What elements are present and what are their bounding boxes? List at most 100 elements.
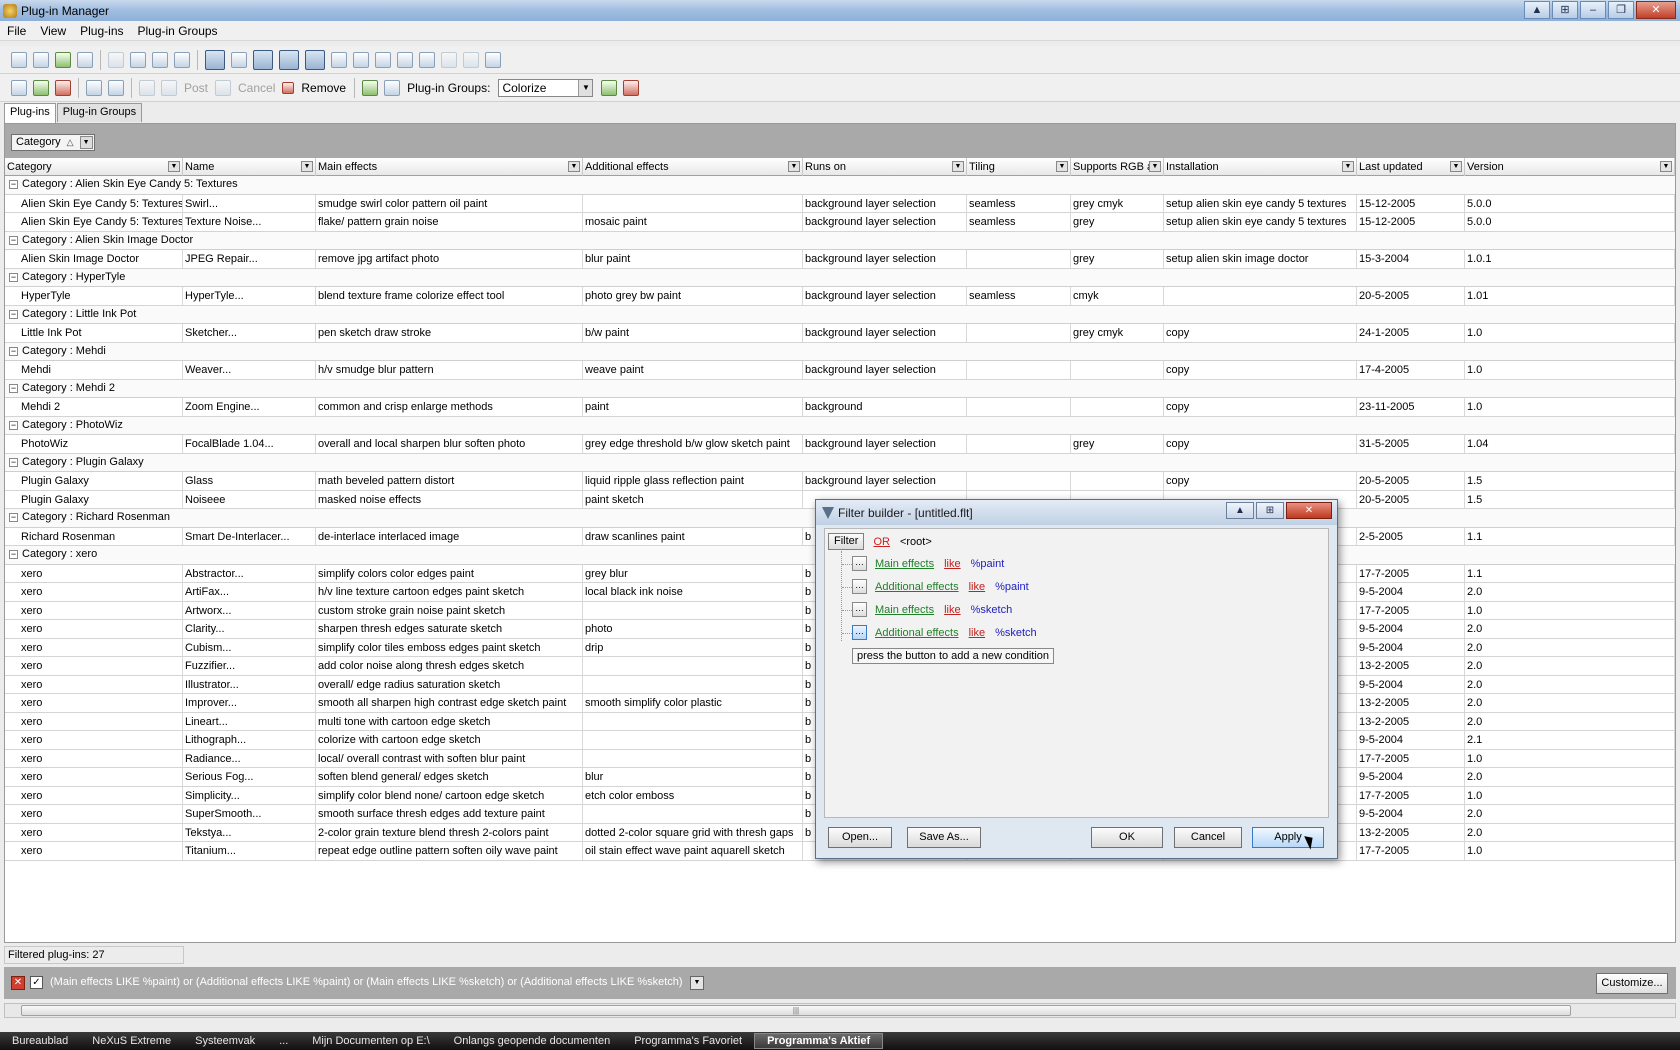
taskbar-item[interactable]: NeXuS Extreme: [80, 1035, 183, 1047]
group-row[interactable]: − Category : Little Ink Pot: [5, 305, 1675, 324]
table-cell[interactable]: 13-2-2005: [1357, 823, 1465, 842]
table-cell[interactable]: Plugin Galaxy: [19, 490, 183, 509]
collapse-icon[interactable]: −: [9, 383, 18, 393]
taskbar-item-active[interactable]: Programma's Aktief: [754, 1033, 884, 1049]
table-row[interactable]: HyperTyle HyperTyle... blend texture frame…: [5, 287, 1675, 306]
table-cell[interactable]: blend texture frame colorize effect tool: [316, 287, 583, 305]
chevron-down-icon[interactable]: ▼: [79, 136, 93, 149]
table-cell[interactable]: smooth all sharpen high contrast edge sk…: [316, 694, 583, 712]
plugin-groups-select[interactable]: Colorize ▼: [498, 78, 594, 97]
table-cell[interactable]: oil stain effect wave paint aquarell ske…: [583, 842, 803, 860]
condition-field[interactable]: Additional effects: [875, 581, 959, 593]
copy-icon[interactable]: [108, 51, 124, 68]
table-cell[interactable]: FocalBlade 1.04...: [183, 435, 316, 453]
table-cell[interactable]: blur paint: [583, 250, 803, 268]
hierarchy-icon[interactable]: [485, 51, 501, 68]
table-cell[interactable]: [1071, 361, 1164, 379]
table-cell[interactable]: 1.5: [1465, 472, 1675, 490]
table-cell[interactable]: [583, 194, 803, 213]
group-row[interactable]: − Category : Alien Skin Image Doctor: [5, 231, 1675, 250]
table-cell[interactable]: Smart De-Interlacer...: [183, 527, 316, 546]
table-cell[interactable]: 2.0: [1465, 768, 1675, 786]
table-cell[interactable]: xero: [19, 675, 183, 694]
table-cell[interactable]: local/ overall contrast with soften blur…: [316, 749, 583, 768]
table-cell[interactable]: Lithograph...: [183, 731, 316, 749]
table-cell[interactable]: 17-7-2005: [1357, 842, 1465, 860]
menu-plugins[interactable]: Plug-ins: [73, 24, 130, 38]
layout-frame-icon[interactable]: [253, 49, 273, 70]
table-row[interactable]: PhotoWiz FocalBlade 1.04... overall and lo…: [5, 435, 1675, 454]
table-cell[interactable]: xero: [19, 601, 183, 620]
table-cell[interactable]: masked noise effects: [316, 490, 583, 509]
column-header[interactable]: Version ▼: [1465, 158, 1675, 176]
table-cell[interactable]: [1071, 472, 1164, 490]
collapse-icon[interactable]: −: [9, 550, 18, 559]
table-cell[interactable]: [967, 324, 1071, 342]
table-cell[interactable]: h/v line texture cartoon edges paint ske…: [316, 583, 583, 601]
taskbar-item[interactable]: Onlangs geopende documenten: [442, 1035, 623, 1047]
table-cell[interactable]: colorize with cartoon edge sketch: [316, 731, 583, 749]
group-row[interactable]: − Category : PhotoWiz: [5, 416, 1675, 435]
table-cell[interactable]: simplify color tiles emboss edges paint …: [316, 638, 583, 657]
condition-operator[interactable]: like: [969, 581, 986, 593]
table-cell[interactable]: 2.0: [1465, 583, 1675, 601]
taskbar-item[interactable]: Systeemvak: [183, 1035, 267, 1047]
table-cell[interactable]: 17-7-2005: [1357, 564, 1465, 583]
table-cell[interactable]: etch color emboss: [583, 786, 803, 805]
tab-plugin-groups[interactable]: Plug-in Groups: [56, 103, 143, 122]
table-cell[interactable]: 1.0: [1465, 749, 1675, 768]
cancel-edit-button[interactable]: Cancel: [238, 81, 275, 95]
table-row[interactable]: Mehdi Weaver... h/v smudge blur pattern wea…: [5, 361, 1675, 380]
chevron-down-icon[interactable]: ▼: [168, 161, 180, 172]
table-cell[interactable]: SuperSmooth...: [183, 805, 316, 823]
save-as-button[interactable]: Save As...: [907, 827, 981, 848]
table-cell[interactable]: custom stroke grain noise paint sketch: [316, 601, 583, 620]
group-icon[interactable]: [375, 51, 391, 68]
window-pin-icon[interactable]: ⊞: [1552, 1, 1578, 19]
table-cell[interactable]: background layer selection: [803, 435, 967, 453]
table-cell[interactable]: xero: [19, 694, 183, 712]
grid-lines-icon[interactable]: [305, 49, 325, 70]
group-row[interactable]: − Category : Mehdi 2: [5, 379, 1675, 398]
table-cell[interactable]: overall/ edge radius saturation sketch: [316, 675, 583, 694]
table-cell[interactable]: paint sketch: [583, 490, 803, 509]
table-cell[interactable]: 13-2-2005: [1357, 694, 1465, 712]
table-cell[interactable]: 9-5-2004: [1357, 583, 1465, 601]
condition-operator[interactable]: like: [944, 558, 961, 570]
table-cell[interactable]: copy: [1164, 435, 1357, 453]
condition-menu-button[interactable]: …: [852, 579, 867, 594]
chevron-down-icon[interactable]: ▼: [568, 161, 580, 172]
table-cell[interactable]: xero: [19, 620, 183, 638]
table-cell[interactable]: remove jpg artifact photo: [316, 250, 583, 268]
table-cell[interactable]: background layer selection: [803, 287, 967, 305]
table-cell[interactable]: seamless: [967, 194, 1071, 213]
table-cell[interactable]: xero: [19, 842, 183, 860]
table-cell[interactable]: [1164, 287, 1357, 305]
tree-icon[interactable]: [397, 51, 413, 68]
column-header[interactable]: Name ▼: [183, 158, 316, 176]
table-cell[interactable]: Fuzzifier...: [183, 657, 316, 675]
group-row[interactable]: − Category : HyperTyle: [5, 268, 1675, 287]
condition-menu-button[interactable]: …: [852, 556, 867, 571]
preview-icon[interactable]: [331, 51, 347, 68]
table-cell[interactable]: [967, 361, 1071, 379]
chevron-down-icon[interactable]: ▼: [1342, 161, 1354, 172]
table-cell[interactable]: xero: [19, 731, 183, 749]
column-header[interactable]: Category ▼: [5, 158, 183, 176]
table-cell[interactable]: 9-5-2004: [1357, 731, 1465, 749]
table-cell[interactable]: xero: [19, 657, 183, 675]
table-cell[interactable]: background layer selection: [803, 324, 967, 342]
table-cell[interactable]: copy: [1164, 398, 1357, 416]
condition-value[interactable]: %paint: [995, 581, 1029, 593]
table-cell[interactable]: grey edge threshold b/w glow sketch pain…: [583, 435, 803, 453]
collapse-icon[interactable]: −: [9, 457, 18, 467]
collapse-icon[interactable]: −: [9, 180, 18, 189]
edit-icon[interactable]: [139, 79, 155, 96]
add-plugin-icon[interactable]: [33, 79, 49, 96]
table-cell[interactable]: Sketcher...: [183, 324, 316, 342]
table-cell[interactable]: Richard Rosenman: [19, 527, 183, 546]
table-row[interactable]: Little Ink Pot Sketcher... pen sketch draw…: [5, 324, 1675, 343]
chevron-down-icon[interactable]: ▼: [788, 161, 800, 172]
table-cell[interactable]: [583, 657, 803, 675]
table-cell[interactable]: [583, 749, 803, 768]
